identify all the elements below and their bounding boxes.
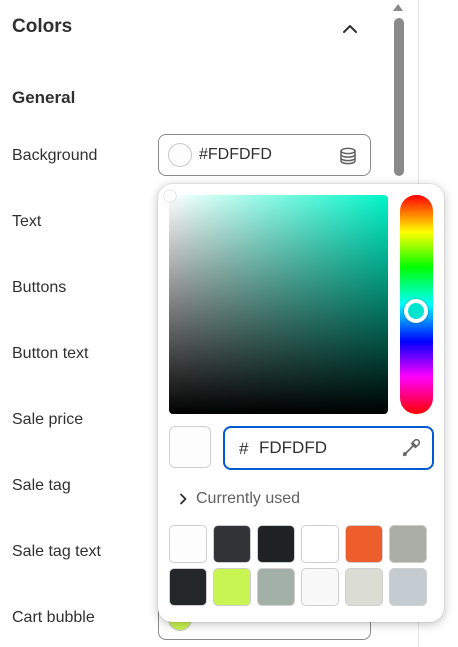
recent-color-swatch[interactable]: [169, 525, 207, 563]
field-label-button-text: Button text: [12, 345, 89, 362]
recent-color-swatch[interactable]: [389, 568, 427, 606]
recent-color-swatch[interactable]: [389, 525, 427, 563]
recent-color-swatch[interactable]: [169, 568, 207, 606]
recent-color-swatch[interactable]: [257, 568, 295, 606]
currently-used-toggle[interactable]: Currently used: [176, 488, 300, 510]
recent-color-swatch[interactable]: [213, 568, 251, 606]
group-title: General: [12, 88, 76, 107]
recent-color-swatch[interactable]: [301, 525, 339, 563]
chevron-up-icon[interactable]: [340, 19, 360, 39]
field-label-sale-tag-text: Sale tag text: [12, 543, 101, 560]
saturation-brightness-area[interactable]: [164, 190, 388, 414]
recent-color-swatch[interactable]: [257, 525, 295, 563]
background-color-swatch[interactable]: [168, 143, 192, 167]
scroll-up-arrow-icon[interactable]: [392, 2, 404, 12]
background-color-field[interactable]: #FDFDFD: [158, 134, 371, 176]
chevron-right-icon: [180, 493, 187, 505]
hex-input[interactable]: [259, 436, 389, 460]
hex-hash-prefix: #: [239, 439, 249, 458]
field-label-text: Text: [12, 213, 42, 230]
hue-slider-handle[interactable]: [404, 299, 428, 323]
hue-slider[interactable]: [400, 195, 433, 414]
recent-color-swatch[interactable]: [213, 525, 251, 563]
database-icon[interactable]: [339, 147, 357, 165]
section-title: Colors: [12, 16, 73, 37]
recent-color-swatch[interactable]: [345, 525, 383, 563]
field-label-buttons: Buttons: [12, 279, 67, 296]
scrollbar-thumb[interactable]: [394, 18, 404, 176]
background-color-value: #FDFDFD: [199, 146, 272, 163]
color-preview-swatch: [169, 426, 211, 468]
eyedropper-icon[interactable]: [401, 438, 421, 458]
currently-used-label: Currently used: [196, 490, 301, 507]
field-label-cart-bubble: Cart bubble: [12, 609, 95, 626]
recent-colors-grid: [169, 525, 427, 606]
field-label-background: Background: [12, 147, 98, 164]
field-label-sale-tag: Sale tag: [12, 477, 71, 494]
field-label-sale-price: Sale price: [12, 411, 84, 428]
recent-color-swatch[interactable]: [301, 568, 339, 606]
hex-input-wrapper[interactable]: #: [223, 426, 434, 470]
saturation-handle[interactable]: [164, 190, 176, 202]
color-picker-popover: # Currently used: [158, 184, 444, 622]
recent-color-swatch[interactable]: [345, 568, 383, 606]
